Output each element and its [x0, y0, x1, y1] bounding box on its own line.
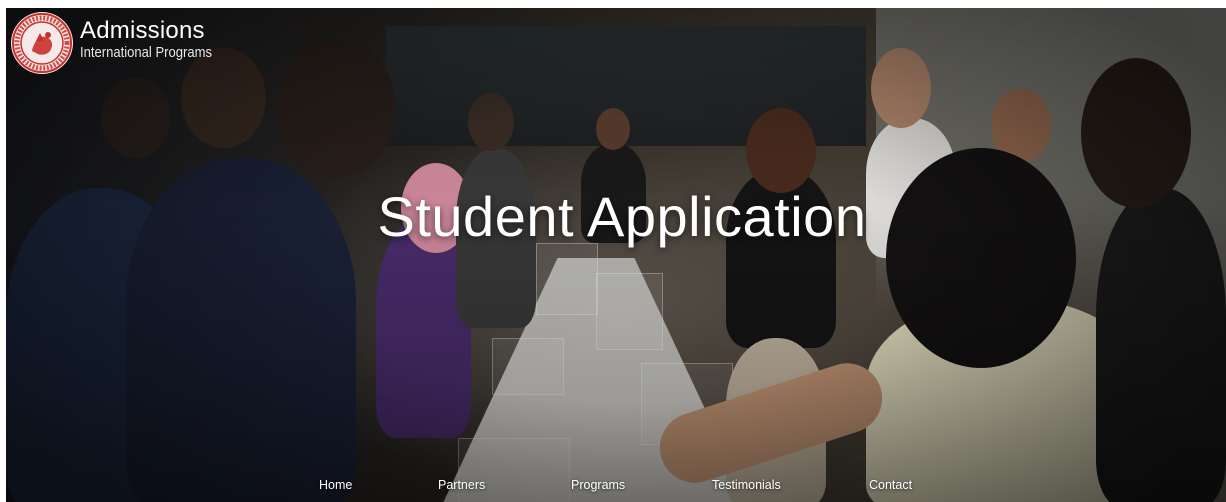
nav-item-partners[interactable]: Partners [438, 478, 485, 492]
page-title: Student Application [377, 185, 867, 248]
university-seal-icon [11, 12, 73, 74]
brand-title: Admissions [80, 17, 205, 45]
nav-item-contact[interactable]: Contact [869, 478, 912, 492]
brand-subtitle: International Programs [80, 45, 213, 62]
hero-banner: Admissions International Programs Studen… [6, 8, 1226, 502]
brand-text: Admissions International Programs [80, 19, 227, 61]
brand-logo-link[interactable]: Admissions International Programs [10, 11, 227, 75]
nav-item-testimonials[interactable]: Testimonials [712, 478, 781, 492]
nav-item-programs[interactable]: Programs [571, 478, 625, 492]
photo-vignette [6, 8, 1226, 502]
nav-item-home[interactable]: Home [319, 478, 352, 492]
main-nav: Home Partners Programs Testimonials Cont… [6, 470, 1226, 502]
